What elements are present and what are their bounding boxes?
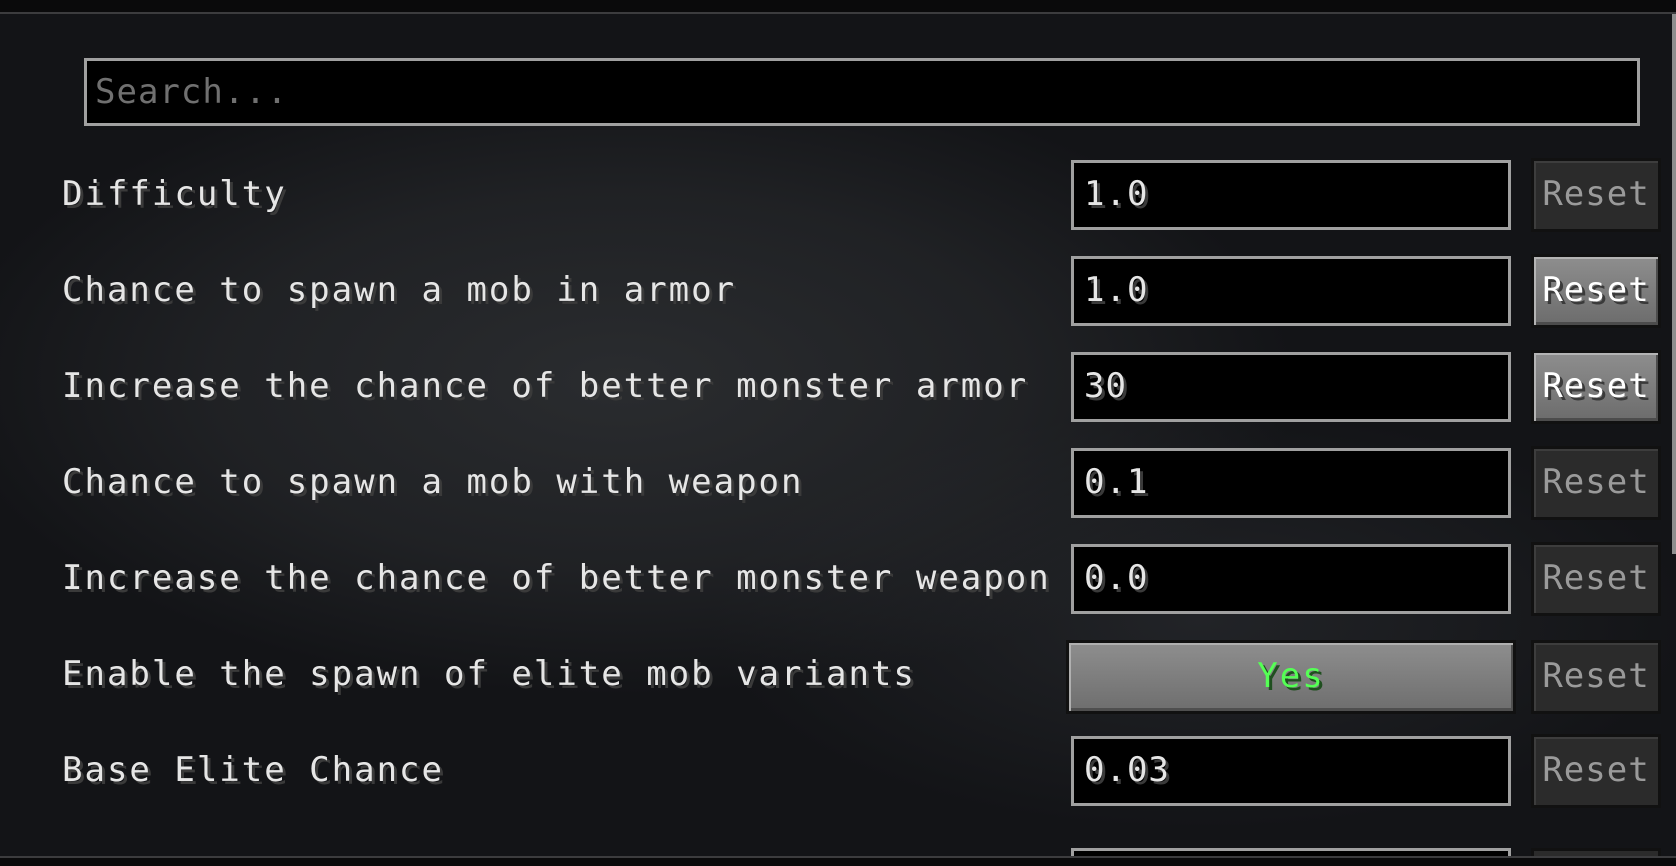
reset-button[interactable]: Reset xyxy=(1531,734,1661,808)
setting-row-elite-spawn: Enable the spawn of elite mob variants Y… xyxy=(0,640,1676,724)
scrollbar[interactable] xyxy=(1672,14,1676,554)
reset-button[interactable]: Reset xyxy=(1531,640,1661,714)
reset-button[interactable]: Reset xyxy=(1531,158,1661,232)
reset-button[interactable]: Reset xyxy=(1531,350,1661,424)
setting-label: Increase the chance of better monster we… xyxy=(62,558,1051,598)
setting-value-input[interactable]: 1.0 xyxy=(1071,256,1511,326)
setting-label: Increase the chance of better monster ar… xyxy=(62,366,1029,406)
elite-spawn-toggle-button[interactable]: Yes xyxy=(1066,640,1516,714)
setting-label: Chance to spawn a mob in armor xyxy=(62,270,737,310)
reset-button[interactable]: Reset xyxy=(1531,542,1661,616)
setting-label: Chance to spawn a mob with weapon xyxy=(62,462,804,502)
config-screen: Search... Difficulty 1.0 Reset Chance to… xyxy=(0,0,1676,866)
setting-label: Base Elite Chance xyxy=(62,750,444,790)
reset-button[interactable]: Reset xyxy=(1531,254,1661,328)
setting-row-difficulty: Difficulty 1.0 Reset xyxy=(0,158,1676,232)
setting-row-better-weapon: Increase the chance of better monster we… xyxy=(0,542,1676,616)
top-border xyxy=(0,0,1676,14)
setting-value-input[interactable]: 0.1 xyxy=(1071,448,1511,518)
reset-button[interactable]: Reset xyxy=(1531,446,1661,520)
setting-row-weapon-chance: Chance to spawn a mob with weapon 0.1 Re… xyxy=(0,446,1676,520)
setting-value-input[interactable]: 0.03 xyxy=(1071,736,1511,806)
bottom-border xyxy=(0,856,1676,866)
setting-row-armor-chance: Chance to spawn a mob in armor 1.0 Reset xyxy=(0,254,1676,328)
setting-value-input[interactable]: 30 xyxy=(1071,352,1511,422)
setting-value-input[interactable]: 1.0 xyxy=(1071,160,1511,230)
search-input[interactable]: Search... xyxy=(84,58,1640,126)
setting-label: Enable the spawn of elite mob variants xyxy=(62,654,916,694)
setting-value-input[interactable]: 0.0 xyxy=(1071,544,1511,614)
setting-row-base-elite-chance: Base Elite Chance 0.03 Reset xyxy=(0,734,1676,808)
setting-label: Difficulty xyxy=(62,174,287,214)
setting-row-better-armor: Increase the chance of better monster ar… xyxy=(0,350,1676,424)
